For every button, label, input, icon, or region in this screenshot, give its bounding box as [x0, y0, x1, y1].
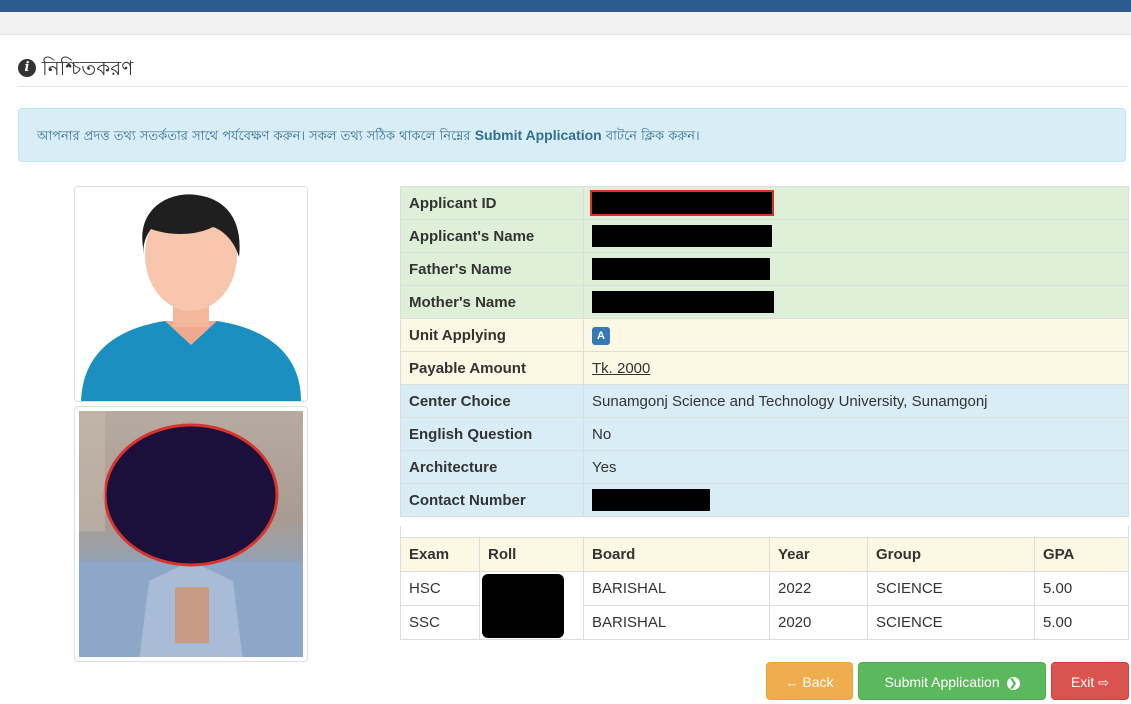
exam-header-row: Exam Roll Board Year Group GPA: [400, 537, 1129, 572]
header-group: Group: [867, 537, 1035, 572]
redacted-block: [592, 225, 772, 247]
redacted-face: [79, 411, 303, 657]
avatar-illustration: [75, 187, 307, 401]
submit-button-label: Submit Application: [884, 674, 1000, 690]
info-circle-icon: i: [18, 59, 36, 77]
exam-cell: SSC: [400, 605, 480, 640]
redacted-block: [592, 291, 774, 313]
exit-button[interactable]: Exit ⇨: [1051, 662, 1129, 700]
payable-amount: Tk. 2000: [592, 359, 651, 377]
applicant-id-label: Applicant ID: [400, 186, 584, 220]
father-name-value: [583, 252, 1129, 286]
arrow-left-icon: ←: [785, 675, 799, 690]
arrow-circle-right-icon: ❯: [1006, 676, 1020, 690]
contact-value: [583, 483, 1129, 517]
exam-cell: HSC: [400, 571, 480, 606]
architecture-value: Yes: [583, 450, 1129, 484]
page-heading: i নিশ্চিতকরণ: [18, 56, 1128, 87]
alert-text-after: বাটনে ক্লিক করুন।: [601, 129, 700, 144]
gpa-cell: 5.00: [1034, 605, 1129, 640]
alert-text-before: আপনার প্রদত্ত তথ্য সতর্কতার সাথে পর্যবেক…: [37, 129, 475, 144]
exit-button-label: Exit: [1070, 674, 1095, 690]
mother-name-label: Mother's Name: [400, 285, 584, 319]
table-row: HSC BARISHAL 2022 SCIENCE 5.00: [400, 571, 1129, 640]
sign-out-icon: ⇨: [1098, 675, 1110, 690]
unit-value: A: [583, 318, 1129, 352]
mother-name-row: Mother's Name: [400, 285, 1129, 319]
unit-row: Unit Applying A: [400, 318, 1129, 352]
redacted-block: [590, 190, 774, 216]
roll-cell: [479, 571, 584, 640]
architecture-row: Architecture Yes: [400, 450, 1129, 484]
header-roll: Roll: [479, 537, 584, 572]
contact-row: Contact Number: [400, 483, 1129, 517]
applicant-photo: [74, 186, 308, 402]
table-spacer: [400, 526, 1129, 537]
header-year: Year: [769, 537, 868, 572]
center-label: Center Choice: [400, 384, 584, 418]
back-button-label: Back: [802, 674, 834, 690]
payable-cell: Tk. 2000: [583, 351, 1129, 385]
alert-bold-text: Submit Application: [474, 127, 602, 143]
sub-navbar: [0, 12, 1131, 35]
page-title: নিশ্চিতকরণ: [42, 56, 134, 80]
father-name-label: Father's Name: [400, 252, 584, 286]
center-row: Center Choice Sunamgonj Science and Tech…: [400, 384, 1129, 418]
unit-label: Unit Applying: [400, 318, 584, 352]
header-board: Board: [583, 537, 770, 572]
applicant-id-row: Applicant ID: [400, 186, 1129, 220]
submit-application-button[interactable]: Submit Application ❯: [858, 662, 1046, 700]
back-button[interactable]: ← Back: [766, 662, 853, 700]
board-cell: BARISHAL: [583, 605, 770, 640]
payable-row: Payable Amount Tk. 2000: [400, 351, 1129, 385]
year-cell: 2022: [769, 571, 868, 606]
architecture-label: Architecture: [400, 450, 584, 484]
applicant-name-value: [583, 219, 1129, 253]
applicant-webcam-photo: [74, 406, 308, 662]
applicant-name-label: Applicant's Name: [400, 219, 584, 253]
top-navbar: [0, 0, 1131, 12]
redacted-block: [482, 573, 564, 638]
webcam-image: [79, 411, 303, 657]
applicant-name-row: Applicant's Name: [400, 219, 1129, 253]
group-cell: SCIENCE: [867, 571, 1035, 606]
mother-name-value: [583, 285, 1129, 319]
applicant-info-table: Applicant ID Applicant's Name Father's N…: [400, 186, 1129, 517]
payable-label: Payable Amount: [400, 351, 584, 385]
year-cell: 2020: [769, 605, 868, 640]
english-row: English Question No: [400, 417, 1129, 451]
english-label: English Question: [400, 417, 584, 451]
contact-label: Contact Number: [400, 483, 584, 517]
unit-badge: A: [592, 326, 610, 345]
redacted-block: [592, 489, 710, 511]
center-value: Sunamgonj Science and Technology Univers…: [583, 384, 1129, 418]
info-alert: আপনার প্রদত্ত তথ্য সতর্কতার সাথে পর্যবেক…: [18, 108, 1126, 162]
exam-table: Exam Roll Board Year Group GPA HSC BARIS…: [400, 537, 1129, 640]
gpa-cell: 5.00: [1034, 571, 1129, 606]
board-cell: BARISHAL: [583, 571, 770, 606]
group-cell: SCIENCE: [867, 605, 1035, 640]
redacted-block: [592, 258, 770, 280]
english-value: No: [583, 417, 1129, 451]
father-name-row: Father's Name: [400, 252, 1129, 286]
applicant-id-value: [583, 186, 1129, 220]
header-gpa: GPA: [1034, 537, 1129, 572]
header-exam: Exam: [400, 537, 480, 572]
